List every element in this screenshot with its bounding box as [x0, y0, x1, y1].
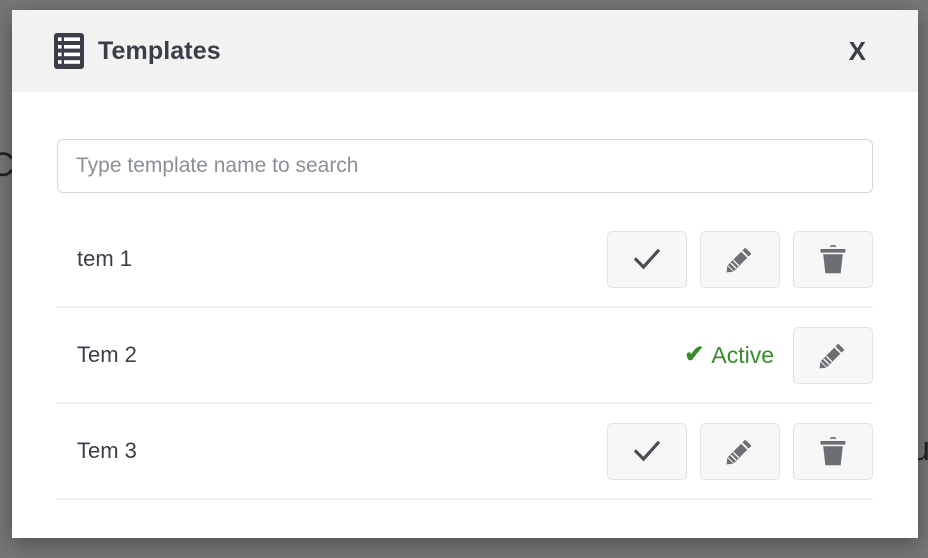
search-container — [57, 92, 873, 193]
close-button[interactable]: X — [843, 34, 872, 68]
pencil-icon — [726, 437, 754, 465]
table-row: Tem 3 — [57, 404, 873, 500]
search-input[interactable] — [57, 139, 873, 193]
edit-button[interactable] — [700, 422, 780, 480]
row-actions — [607, 230, 873, 288]
row-actions: ✔ Active — [684, 326, 873, 384]
table-row: tem 1 — [57, 212, 873, 308]
status-label: Active — [711, 341, 774, 368]
table-row: Tem 2 ✔ Active — [57, 308, 873, 404]
modal-header: Templates X — [12, 10, 918, 92]
modal-body: tem 1 — [12, 92, 918, 538]
modal-header-left: Templates — [54, 33, 221, 69]
template-name: Tem 3 — [77, 438, 137, 463]
trash-icon — [820, 244, 846, 274]
templates-list-icon — [54, 33, 84, 69]
row-actions — [607, 422, 873, 480]
trash-icon — [820, 436, 846, 466]
pencil-icon — [819, 341, 847, 369]
template-list: tem 1 Tem 2 ✔ Active Tem 3 — [57, 212, 873, 500]
edit-button[interactable] — [793, 326, 873, 384]
template-name: Tem 2 — [77, 342, 137, 367]
activate-button[interactable] — [607, 230, 687, 288]
pencil-icon — [726, 245, 754, 273]
check-icon — [634, 248, 660, 270]
page-title: Templates — [98, 36, 221, 65]
check-icon: ✔ — [684, 341, 705, 368]
check-icon — [634, 440, 660, 462]
delete-button[interactable] — [793, 230, 873, 288]
edit-button[interactable] — [700, 230, 780, 288]
status-badge: ✔ Active — [684, 343, 774, 367]
template-name: tem 1 — [77, 246, 133, 271]
templates-modal: Templates X tem 1 — [12, 10, 918, 538]
activate-button[interactable] — [607, 422, 687, 480]
delete-button[interactable] — [793, 422, 873, 480]
